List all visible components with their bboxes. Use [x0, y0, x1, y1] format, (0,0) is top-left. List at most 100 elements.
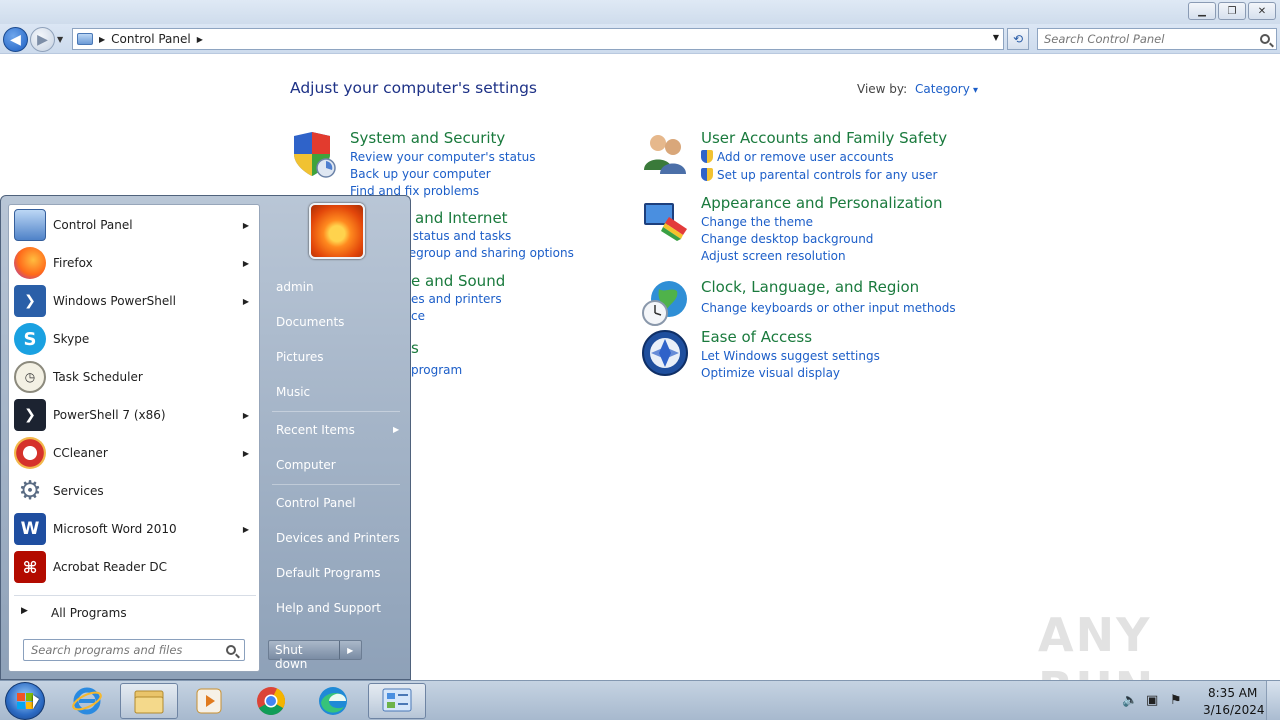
- start-item-label: Control Panel: [53, 218, 133, 232]
- category-title[interactable]: Appearance and Personalization: [701, 194, 943, 212]
- category-link[interactable]: Let Windows suggest settings: [701, 349, 880, 363]
- action-center-flag-icon[interactable]: ⚑: [1170, 693, 1182, 708]
- globe-clock-icon[interactable]: [641, 279, 689, 327]
- submenu-arrow-icon[interactable]: ▶: [243, 297, 249, 306]
- submenu-arrow-icon[interactable]: ▶: [243, 221, 249, 230]
- submenu-arrow-icon[interactable]: ▶: [243, 259, 249, 268]
- start-search-input[interactable]: [31, 643, 221, 657]
- category-link[interactable]: ce: [411, 309, 425, 323]
- shutdown-button[interactable]: Shut down ▶: [268, 640, 362, 671]
- start-button[interactable]: [5, 682, 45, 720]
- uac-shield-icon: [701, 150, 713, 163]
- start-item-skype[interactable]: S Skype: [9, 320, 259, 358]
- shutdown-options-button[interactable]: ▶: [340, 641, 362, 659]
- category-link[interactable]: Change keyboards or other input methods: [701, 301, 956, 315]
- submenu-arrow-icon[interactable]: ▶: [243, 411, 249, 420]
- category-link[interactable]: es and printers: [411, 292, 502, 306]
- submenu-arrow-icon[interactable]: ▶: [393, 425, 399, 434]
- refresh-button[interactable]: ⟲: [1007, 28, 1029, 50]
- category-link[interactable]: Optimize visual display: [701, 366, 840, 380]
- all-programs-button[interactable]: ▶ All Programs: [9, 601, 259, 625]
- category-link[interactable]: Set up parental controls for any user: [701, 168, 937, 182]
- category-title[interactable]: System and Security: [350, 129, 505, 147]
- network-icon[interactable]: ▣: [1146, 693, 1158, 708]
- start-item-windows-powershell[interactable]: ❯ Windows PowerShell ▶: [9, 282, 259, 320]
- user-avatar[interactable]: [309, 203, 365, 259]
- start-item-word[interactable]: W Microsoft Word 2010 ▶: [9, 510, 259, 548]
- minimize-button[interactable]: ▁: [1188, 2, 1216, 20]
- category-link[interactable]: Add or remove user accounts: [701, 150, 894, 164]
- divider: [272, 411, 400, 412]
- show-desktop-button[interactable]: [1266, 681, 1280, 720]
- search-box[interactable]: [1037, 28, 1277, 50]
- all-programs-label: All Programs: [51, 606, 127, 620]
- start-link-control-panel[interactable]: Control Panel: [276, 496, 356, 510]
- search-input[interactable]: [1044, 32, 1244, 46]
- category-link[interactable]: rk status and tasks: [397, 229, 511, 243]
- category-title-network[interactable]: and Internet: [415, 209, 508, 227]
- category-title[interactable]: Clock, Language, and Region: [701, 278, 919, 296]
- category-title-hardware[interactable]: e and Sound: [411, 272, 505, 290]
- start-item-powershell7[interactable]: ❯ PowerShell 7 (x86) ▶: [9, 396, 259, 434]
- category-link[interactable]: Adjust screen resolution: [701, 249, 846, 263]
- category-title-programs[interactable]: s: [411, 339, 419, 357]
- search-icon[interactable]: [226, 645, 236, 655]
- start-link-devices-printers[interactable]: Devices and Printers: [276, 531, 400, 545]
- start-link-documents[interactable]: Documents: [276, 315, 344, 329]
- start-item-task-scheduler[interactable]: ◷ Task Scheduler: [9, 358, 259, 396]
- taskbar-media-player[interactable]: [180, 683, 238, 719]
- start-item-firefox[interactable]: Firefox ▶: [9, 244, 259, 282]
- category-link[interactable]: program: [411, 363, 462, 377]
- start-link-help-support[interactable]: Help and Support: [276, 601, 381, 615]
- start-search-box[interactable]: [23, 639, 245, 661]
- start-link-recent-items[interactable]: Recent Items: [276, 423, 355, 437]
- taskbar-edge[interactable]: [304, 683, 362, 719]
- breadcrumb-separator[interactable]: ▶: [197, 35, 203, 44]
- submenu-arrow-icon[interactable]: ▶: [243, 525, 249, 534]
- taskbar-chrome[interactable]: [242, 683, 300, 719]
- restore-button[interactable]: ❐: [1218, 2, 1246, 20]
- shield-icon[interactable]: [290, 130, 338, 178]
- start-link-music[interactable]: Music: [276, 385, 310, 399]
- category-link[interactable]: megroup and sharing options: [397, 246, 574, 260]
- start-menu-places: admin Documents Pictures Music Recent It…: [262, 196, 410, 680]
- view-by-dropdown[interactable]: Category: [915, 82, 978, 96]
- clock-date[interactable]: 3/16/2024: [1203, 703, 1265, 717]
- start-item-services[interactable]: ⚙ Services: [9, 472, 259, 510]
- start-link-pictures[interactable]: Pictures: [276, 350, 324, 364]
- start-item-acrobat[interactable]: ⌘ Acrobat Reader DC: [9, 548, 259, 586]
- start-item-ccleaner[interactable]: CCleaner ▶: [9, 434, 259, 472]
- recent-pages-dropdown[interactable]: ▼: [57, 35, 63, 44]
- back-button[interactable]: ◀: [3, 27, 28, 52]
- close-button[interactable]: ✕: [1248, 2, 1276, 20]
- forward-button[interactable]: ▶: [30, 27, 55, 52]
- category-title[interactable]: Ease of Access: [701, 328, 812, 346]
- taskbar-control-panel[interactable]: [368, 683, 426, 719]
- category-link[interactable]: Back up your computer: [350, 167, 491, 181]
- clock-time[interactable]: 8:35 AM: [1208, 686, 1257, 700]
- search-icon[interactable]: [1260, 34, 1270, 44]
- taskbar-internet-explorer[interactable]: [58, 683, 116, 719]
- edge-icon: [319, 687, 347, 715]
- start-item-control-panel[interactable]: Control Panel ▶: [9, 206, 259, 244]
- start-item-label: Microsoft Word 2010: [53, 522, 177, 536]
- category-title[interactable]: User Accounts and Family Safety: [701, 129, 947, 147]
- monitor-icon[interactable]: [641, 195, 689, 243]
- page-title: Adjust your computer's settings: [290, 79, 537, 97]
- submenu-arrow-icon[interactable]: ▶: [243, 449, 249, 458]
- ease-of-access-icon[interactable]: [641, 329, 689, 377]
- start-link-admin[interactable]: admin: [276, 280, 314, 294]
- start-link-computer[interactable]: Computer: [276, 458, 336, 472]
- address-dropdown[interactable]: ▼: [993, 33, 999, 42]
- users-icon[interactable]: [641, 130, 689, 178]
- address-bar[interactable]: ▶ Control Panel ▶ ▼: [72, 28, 1004, 50]
- windows-logo-icon: [17, 693, 33, 709]
- start-link-default-programs[interactable]: Default Programs: [276, 566, 381, 580]
- volume-icon[interactable]: 🔈: [1122, 693, 1138, 708]
- category-link[interactable]: Change the theme: [701, 215, 813, 229]
- taskbar-file-explorer[interactable]: [120, 683, 178, 719]
- breadcrumb-separator[interactable]: ▶: [99, 35, 105, 44]
- category-link[interactable]: Change desktop background: [701, 232, 873, 246]
- breadcrumb-control-panel[interactable]: Control Panel: [111, 32, 191, 46]
- category-link[interactable]: Review your computer's status: [350, 150, 536, 164]
